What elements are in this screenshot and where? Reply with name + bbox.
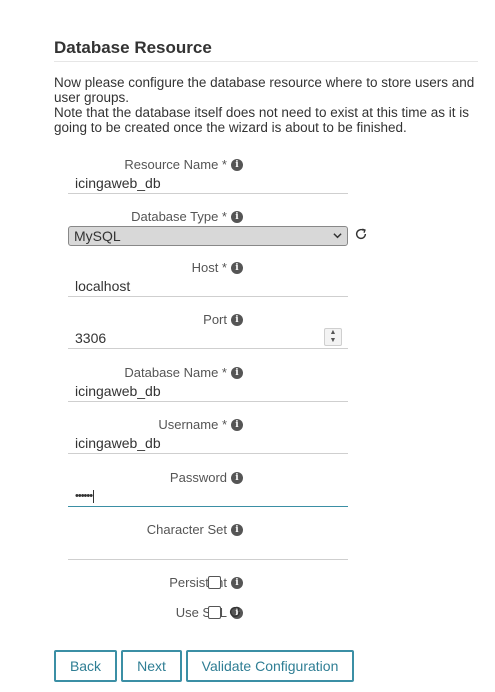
persistent-label: Persistent i — [169, 575, 243, 590]
username-input[interactable]: icingaweb_db — [68, 432, 348, 454]
database-type-label: Database Type * i — [131, 209, 243, 224]
refresh-icon[interactable] — [354, 227, 368, 241]
info-icon[interactable]: i — [231, 261, 243, 274]
intro-line-1: Now please configure the database resour… — [54, 75, 475, 105]
database-type-select[interactable]: MySQL — [68, 226, 348, 246]
next-button[interactable]: Next — [121, 650, 182, 682]
info-icon[interactable]: i — [231, 471, 243, 484]
password-label: Password i — [170, 470, 243, 485]
text-cursor — [93, 489, 95, 503]
info-icon[interactable]: i — [231, 366, 243, 379]
port-label: Port i — [203, 312, 243, 327]
character-set-input[interactable] — [68, 538, 348, 560]
password-input[interactable]: •••••• — [68, 485, 348, 507]
resource-name-label: Resource Name * i — [124, 157, 243, 172]
resource-name-input[interactable]: icingaweb_db — [68, 172, 348, 194]
use-ssl-checkbox[interactable] — [208, 606, 221, 619]
port-stepper[interactable]: ▲ ▼ — [324, 328, 342, 346]
host-label: Host * i — [192, 260, 243, 275]
intro-text: Now please configure the database resour… — [54, 75, 484, 135]
info-icon[interactable]: i — [231, 158, 243, 171]
info-icon[interactable]: i — [231, 523, 243, 536]
database-name-input[interactable]: icingaweb_db — [68, 380, 348, 402]
database-resource-page: Database Resource Now please configure t… — [0, 0, 495, 692]
port-input[interactable]: 3306 ▲ ▼ — [68, 327, 348, 349]
chevron-down-icon — [333, 233, 342, 239]
persistent-checkbox[interactable] — [208, 576, 221, 589]
info-icon[interactable]: i — [231, 313, 243, 326]
back-button[interactable]: Back — [54, 650, 117, 682]
page-title: Database Resource — [54, 38, 478, 62]
info-icon[interactable]: i — [231, 418, 243, 431]
validate-configuration-button[interactable]: Validate Configuration — [186, 650, 354, 682]
host-input[interactable]: localhost — [68, 275, 348, 297]
character-set-label: Character Set i — [147, 522, 243, 537]
intro-line-2: Note that the database itself does not n… — [54, 105, 469, 135]
refresh-icon[interactable] — [228, 605, 242, 619]
database-name-label: Database Name * i — [124, 365, 243, 380]
info-icon[interactable]: i — [231, 210, 243, 223]
info-icon[interactable]: i — [231, 576, 243, 589]
username-label: Username * i — [158, 417, 243, 432]
